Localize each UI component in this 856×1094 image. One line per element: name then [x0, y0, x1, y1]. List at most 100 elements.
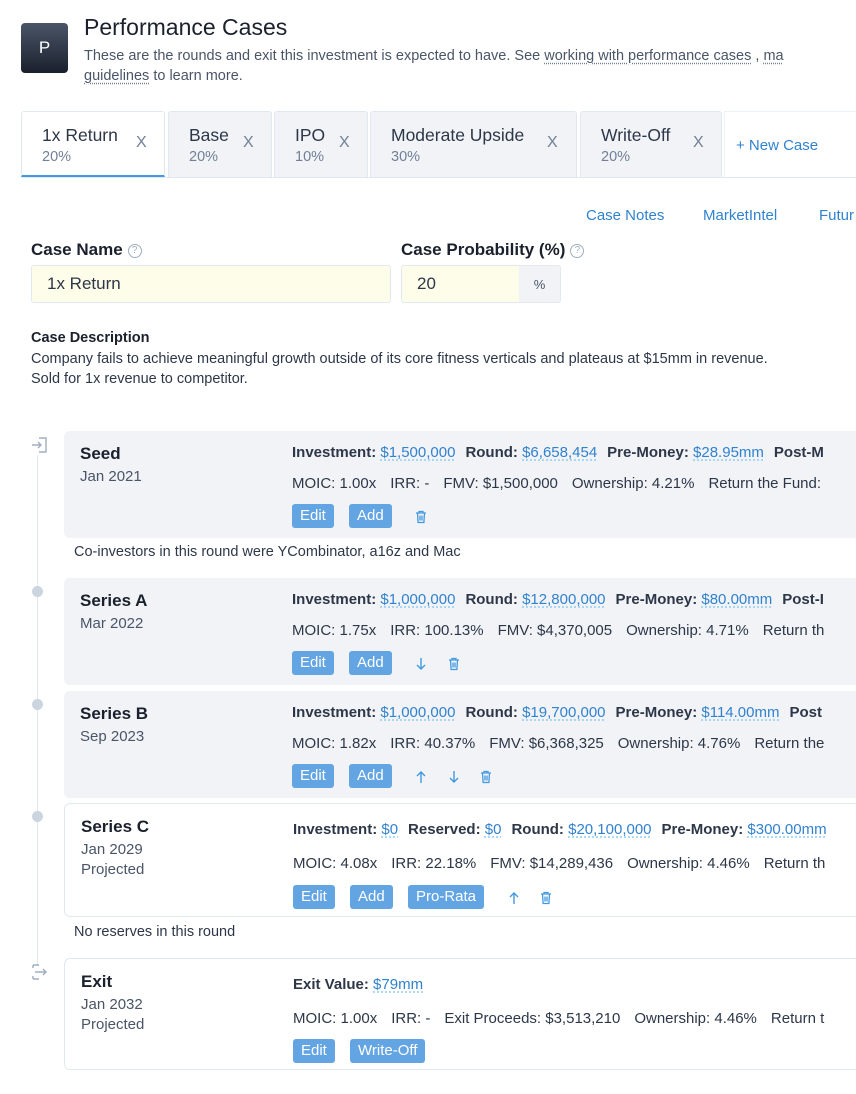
- irr: IRR: 22.18%: [391, 855, 477, 872]
- investment-label: Investment:: [292, 444, 377, 461]
- edit-button[interactable]: Edit: [293, 885, 335, 909]
- tab-name: 1x Return: [42, 125, 118, 145]
- reserved-value[interactable]: $0: [485, 821, 502, 838]
- round-label: Round:: [465, 704, 518, 721]
- exit-value[interactable]: $79mm: [373, 976, 423, 993]
- close-icon[interactable]: X: [693, 134, 704, 152]
- close-icon[interactable]: X: [243, 134, 254, 152]
- pre-money-value[interactable]: $28.95mm: [693, 444, 764, 461]
- return-the-fund: Return t: [770, 1010, 825, 1027]
- tab-moderate-upside[interactable]: Moderate Upside 30% X: [370, 111, 577, 177]
- round-date: Jan 2029: [81, 841, 143, 858]
- round-card-series-c: Series C Jan 2029 Projected Investment: …: [64, 803, 856, 917]
- case-notes-link[interactable]: Case Notes: [586, 207, 664, 224]
- case-name-label: Case Name?: [31, 240, 142, 260]
- round-note-seed: Co-investors in this round were YCombina…: [74, 544, 461, 560]
- investment-value[interactable]: $1,000,000: [380, 591, 455, 608]
- round-size-value[interactable]: $20,100,000: [568, 821, 651, 838]
- tab-1x-return[interactable]: 1x Return 20% X: [21, 111, 165, 177]
- pre-money-label: Pre-Money:: [615, 591, 698, 608]
- round-date: Jan 2021: [80, 468, 142, 485]
- investment-value[interactable]: $1,500,000: [380, 444, 455, 461]
- round-status: Projected: [81, 861, 145, 878]
- arrow-up-icon[interactable]: [413, 769, 429, 785]
- investment-value[interactable]: $1,000,000: [380, 704, 455, 721]
- tab-base[interactable]: Base 20% X: [168, 111, 272, 177]
- close-icon[interactable]: X: [547, 134, 558, 152]
- arrow-up-icon[interactable]: [506, 890, 522, 906]
- add-button[interactable]: Add: [349, 764, 392, 788]
- ownership: Ownership: 4.71%: [626, 622, 749, 639]
- fmv: FMV: $6,368,325: [489, 735, 604, 752]
- pro-rata-button[interactable]: Pro-Rata: [408, 885, 485, 909]
- tab-ipo[interactable]: IPO 10% X: [274, 111, 368, 177]
- pre-money-label: Pre-Money:: [607, 444, 689, 461]
- close-icon[interactable]: X: [339, 134, 350, 152]
- future-link[interactable]: Futur: [819, 207, 854, 224]
- edit-button[interactable]: Edit: [292, 504, 334, 528]
- link-ma[interactable]: ma: [763, 48, 783, 64]
- intro-sep: ,: [751, 48, 764, 64]
- timeline-dot: [32, 586, 43, 597]
- moic: MOIC: 1.75x: [292, 622, 377, 639]
- irr: IRR: 100.13%: [390, 622, 484, 639]
- round-card-series-b: Series B Sep 2023 Investment: $1,000,000…: [64, 691, 856, 798]
- add-button[interactable]: Add: [349, 504, 392, 528]
- help-icon[interactable]: ?: [127, 244, 142, 258]
- avatar: P: [21, 23, 68, 73]
- edit-button[interactable]: Edit: [292, 764, 334, 788]
- round-size-value[interactable]: $19,700,000: [522, 704, 605, 721]
- round-name: Series C: [81, 817, 150, 836]
- add-button[interactable]: Add: [349, 651, 392, 675]
- exit-name: Exit: [81, 972, 113, 991]
- trash-icon[interactable]: [478, 769, 494, 785]
- round-date: Mar 2022: [80, 615, 144, 632]
- round-size-value[interactable]: $12,800,000: [522, 591, 605, 608]
- investment-label: Investment:: [292, 591, 377, 608]
- round-label: Round:: [465, 444, 518, 461]
- help-icon[interactable]: ?: [570, 244, 585, 258]
- moic: MOIC: 4.08x: [293, 855, 378, 872]
- fmv: FMV: $4,370,005: [497, 622, 613, 639]
- arrow-down-icon[interactable]: [446, 769, 462, 785]
- trash-icon[interactable]: [446, 656, 462, 672]
- trash-icon[interactable]: [538, 890, 554, 906]
- return-the-fund: Return the Fund:: [708, 475, 822, 492]
- post-money-label: Post-M: [773, 444, 824, 461]
- case-name-input[interactable]: [31, 265, 391, 303]
- tab-name: Moderate Upside: [391, 125, 525, 145]
- link-working-with-performance-cases[interactable]: working with performance cases: [544, 48, 751, 64]
- case-probability-input[interactable]: [401, 265, 520, 303]
- ownership: Ownership: 4.46%: [627, 855, 750, 872]
- round-note-series-c: No reserves in this round: [74, 924, 236, 940]
- arrow-down-icon[interactable]: [413, 656, 429, 672]
- round-size-value[interactable]: $6,658,454: [522, 444, 597, 461]
- trash-icon[interactable]: [413, 509, 429, 525]
- market-intel-link[interactable]: MarketIntel: [703, 207, 777, 224]
- add-button[interactable]: Add: [350, 885, 393, 909]
- round-name: Series B: [80, 704, 149, 723]
- new-case-button[interactable]: + New Case: [724, 111, 856, 177]
- close-icon[interactable]: X: [136, 134, 147, 152]
- write-off-button[interactable]: Write-Off: [350, 1039, 426, 1063]
- tab-percent: 20%: [601, 149, 631, 165]
- pre-money-value[interactable]: $80.00mm: [701, 591, 772, 608]
- edit-button[interactable]: Edit: [293, 1039, 335, 1063]
- intro-after: to learn more.: [149, 68, 243, 84]
- tab-name: Write-Off: [601, 125, 671, 145]
- link-guidelines[interactable]: guidelines: [84, 68, 149, 84]
- pre-money-value[interactable]: $300.00mm: [747, 821, 826, 838]
- investment-value[interactable]: $0: [381, 821, 398, 838]
- exit-status: Projected: [81, 1016, 145, 1033]
- edit-button[interactable]: Edit: [292, 651, 334, 675]
- exit-date: Jan 2032: [81, 996, 143, 1013]
- round-label: Round:: [465, 591, 518, 608]
- percent-addon: %: [519, 265, 561, 303]
- intro-text: These are the rounds and exit this inves…: [84, 46, 856, 86]
- round-card-series-a: Series A Mar 2022 Investment: $1,000,000…: [64, 578, 856, 685]
- post-money-label: Post-I: [782, 591, 824, 608]
- case-probability-label-text: Case Probability (%): [401, 240, 566, 259]
- pre-money-value[interactable]: $114.00mm: [701, 704, 779, 721]
- tab-write-off[interactable]: Write-Off 20% X: [580, 111, 722, 177]
- investment-label: Investment:: [292, 704, 377, 721]
